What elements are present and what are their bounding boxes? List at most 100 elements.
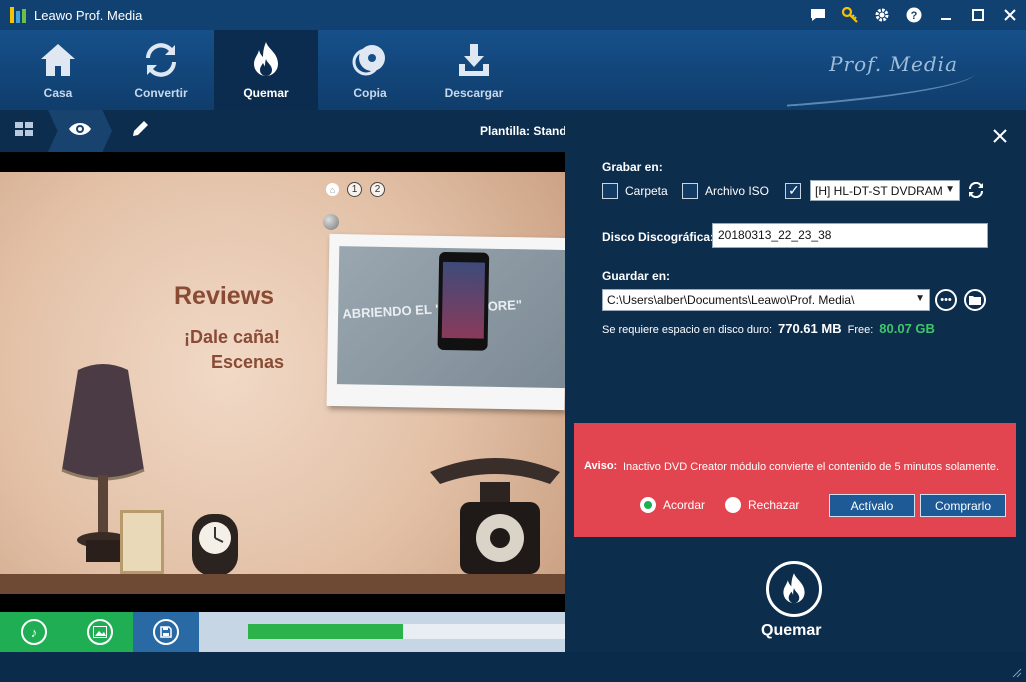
app-window: Leawo Prof. Media ? Casa Convertir Quema… xyxy=(0,0,1026,682)
chevron-down-icon: ▼ xyxy=(945,184,955,195)
nav-label-descargar: Descargar xyxy=(444,86,504,100)
photo-frame: ABRIENDO EL "APP STORE" xyxy=(326,233,565,411)
edit-button[interactable] xyxy=(108,110,172,152)
disk-space-info: Se requiere espacio en disco duro: 770.6… xyxy=(602,321,935,336)
save-path-value: C:\Users\alber\Documents\Leawo\Prof. Med… xyxy=(607,293,855,307)
drive-select[interactable]: [H] HL-DT-ST DVDRAM ▼ xyxy=(810,180,960,201)
free-space-value: 80.07 GB xyxy=(879,321,935,336)
nav-label-quemar: Quemar xyxy=(243,86,289,100)
save-tool-group xyxy=(133,612,199,652)
home-icon xyxy=(38,40,78,80)
chat-icon[interactable] xyxy=(806,3,830,27)
preview-pager: ⌂ 1 2 xyxy=(326,182,385,197)
space-required-label: Se requiere espacio en disco duro: xyxy=(602,324,772,336)
disc-label-input[interactable]: 20180313_22_23_38 xyxy=(712,223,988,248)
disc-icon xyxy=(350,40,390,80)
progress-bar xyxy=(248,624,565,639)
video-thumbnail: ABRIENDO EL "APP STORE" xyxy=(336,246,565,389)
nav-label-copia: Copia xyxy=(353,86,387,100)
menu-title[interactable]: Reviews xyxy=(174,282,274,311)
progress-fill xyxy=(248,624,404,639)
refresh-drive-button[interactable] xyxy=(968,181,984,203)
thumbnail-text: ABRIENDO EL "APP STORE" xyxy=(341,297,523,322)
key-icon[interactable] xyxy=(838,3,862,27)
pager-page-2[interactable]: 2 xyxy=(370,182,385,197)
title-bar-controls: ? xyxy=(802,0,1026,30)
status-bar xyxy=(0,652,1026,682)
save-path-select[interactable]: C:\Users\alber\Documents\Leawo\Prof. Med… xyxy=(602,289,930,311)
image-icon[interactable] xyxy=(87,619,113,645)
iso-file-checkbox[interactable] xyxy=(682,183,698,199)
grid-icon xyxy=(15,121,33,141)
activate-button[interactable]: Actívalo xyxy=(829,494,915,517)
menu-item-scenes[interactable]: Escenas xyxy=(211,352,284,373)
convert-icon xyxy=(141,40,181,80)
preview-toolbar: Plantilla: Standa xyxy=(0,110,573,152)
warning-label: Aviso: xyxy=(584,460,618,472)
free-label: Free: xyxy=(847,324,874,336)
drive-checkbox[interactable] xyxy=(785,182,801,199)
burn-to-label: Grabar en: xyxy=(602,160,663,174)
nav-label-convertir: Convertir xyxy=(134,86,188,100)
preview-letterbox-top xyxy=(0,152,565,172)
grid-view-button[interactable] xyxy=(0,110,48,152)
resize-grip-icon[interactable] xyxy=(1012,668,1022,678)
reject-radio-label: Rechazar xyxy=(748,498,800,512)
open-folder-button[interactable] xyxy=(964,289,986,311)
folder-icon xyxy=(969,296,981,305)
minimize-button[interactable] xyxy=(930,0,962,30)
burn-settings-panel: Grabar en: Carpeta Archivo ISO [H] HL-DT… xyxy=(565,110,1026,652)
iso-file-checkbox-label: Archivo ISO xyxy=(705,184,770,198)
warning-text: Inactivo DVD Creator módulo convierte el… xyxy=(623,461,1000,473)
disc-label-title: Disco Discográfica: xyxy=(602,230,715,244)
browse-button[interactable]: ••• xyxy=(935,289,957,311)
folder-checkbox-label: Carpeta xyxy=(625,184,668,198)
pencil-icon xyxy=(131,120,149,143)
accept-radio[interactable] xyxy=(640,497,656,513)
buy-button[interactable]: Comprarlo xyxy=(920,494,1006,517)
app-title: Leawo Prof. Media xyxy=(34,7,143,23)
save-icon[interactable] xyxy=(153,619,179,645)
space-required-value: 770.61 MB xyxy=(778,321,842,336)
shelf xyxy=(0,574,565,594)
menu-preview: ⌂ 1 2 Reviews ¡Dale caña! Escenas ABRIEN… xyxy=(0,172,565,612)
save-to-label: Guardar en: xyxy=(602,269,671,283)
pager-page-1[interactable]: 1 xyxy=(347,182,362,197)
leawo-logo-icon xyxy=(10,7,26,23)
maximize-button[interactable] xyxy=(962,0,994,30)
close-panel-button[interactable] xyxy=(991,128,1009,146)
burn-button[interactable] xyxy=(766,561,822,617)
clock-illustration xyxy=(192,514,238,576)
svg-text:?: ? xyxy=(911,10,918,22)
brand-swoosh xyxy=(785,73,977,107)
gear-icon[interactable] xyxy=(870,3,894,27)
brand-logo-text: Prof. Media xyxy=(829,52,958,76)
flame-icon xyxy=(783,573,805,604)
template-label: Plantilla: Standa xyxy=(480,124,574,138)
reject-radio[interactable] xyxy=(725,497,741,513)
nav-item-convertir[interactable]: Convertir xyxy=(111,30,211,110)
folder-checkbox[interactable] xyxy=(602,183,618,199)
refresh-icon xyxy=(968,181,984,199)
help-icon[interactable]: ? xyxy=(902,3,926,27)
accept-radio-label: Acordar xyxy=(663,498,706,512)
close-icon xyxy=(993,129,1007,143)
nav-item-copia[interactable]: Copia xyxy=(320,30,420,110)
music-icon[interactable]: ♪ xyxy=(21,619,47,645)
eye-icon xyxy=(68,122,92,141)
nav-label-casa: Casa xyxy=(43,86,73,100)
pager-home-icon[interactable]: ⌂ xyxy=(326,183,339,196)
trial-warning-box: Aviso: Inactivo DVD Creator módulo convi… xyxy=(574,423,1016,537)
nav-item-descargar[interactable]: Descargar xyxy=(423,30,525,110)
download-icon xyxy=(454,40,494,80)
preview-button[interactable] xyxy=(48,110,112,152)
picture-frame-illustration xyxy=(120,510,164,574)
close-window-button[interactable] xyxy=(994,0,1026,30)
nav-item-casa[interactable]: Casa xyxy=(8,30,108,110)
menu-item-play[interactable]: ¡Dale caña! xyxy=(184,327,280,348)
phone-image xyxy=(437,251,490,351)
bottom-toolbar: ♪ xyxy=(0,612,565,652)
telephone-illustration xyxy=(430,458,560,574)
burn-label[interactable]: Quemar xyxy=(761,622,821,640)
nav-item-quemar[interactable]: Quemar xyxy=(214,30,318,110)
